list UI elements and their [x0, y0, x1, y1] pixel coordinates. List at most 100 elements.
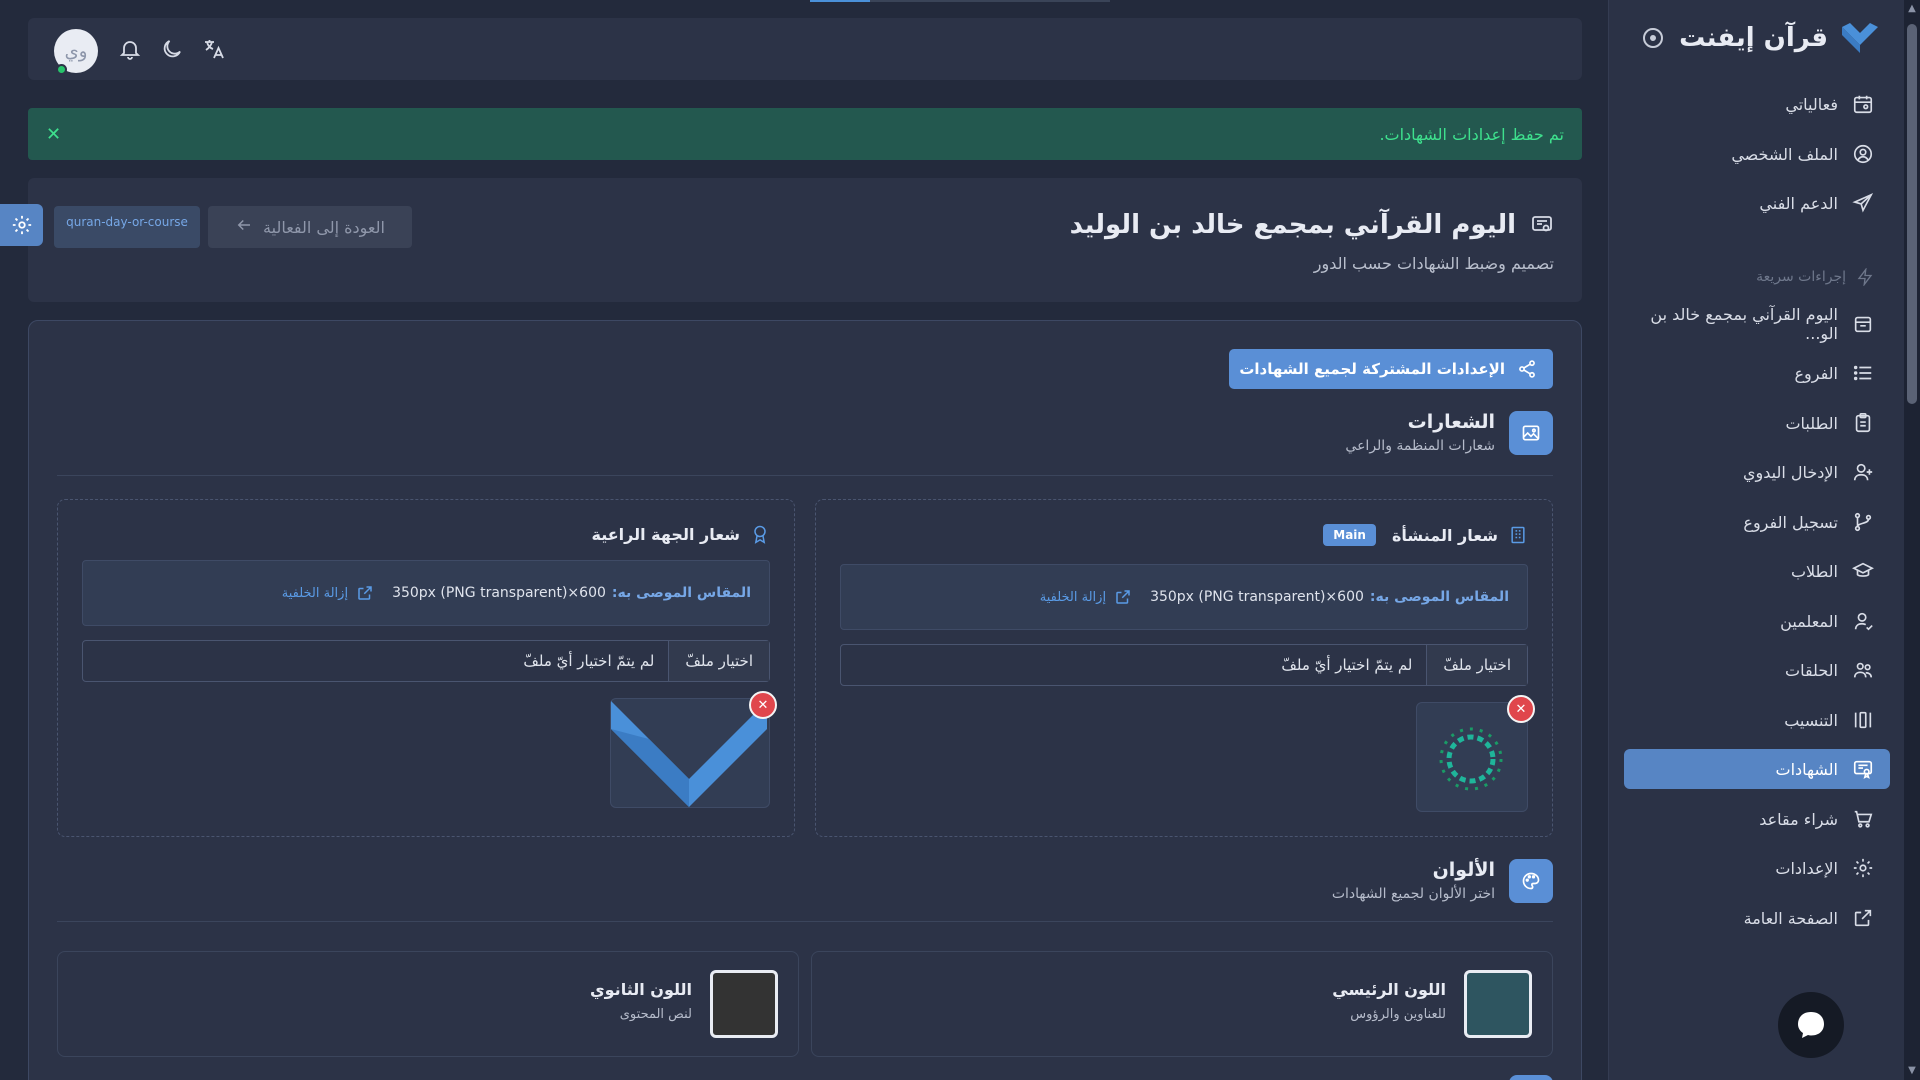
next-section-icon-box	[1509, 1075, 1553, 1080]
alert-message: تم حفظ إعدادات الشهادات.	[1379, 124, 1564, 144]
scroll-down-arrow[interactable]: ▼	[1907, 1066, 1917, 1076]
logos-section-subtitle: شعارات المنظمة والراعي	[1345, 438, 1495, 454]
primary-color-swatch[interactable]	[1464, 970, 1532, 1038]
gear-icon	[1853, 858, 1873, 878]
sponsor-logo-box: شعار الجهة الراعية المقاس الموصى به: 350…	[57, 499, 795, 837]
logos-section-title: الشعارات	[1407, 411, 1495, 433]
sidebar-item-certificates[interactable]: الشهادات	[1624, 749, 1890, 789]
clipboard-icon	[1855, 413, 1871, 433]
sponsor-logo-file-input[interactable]: اختيار ملفّ لم يتمّ اختيار أيّ ملفّ	[82, 640, 770, 682]
logos-section-header: الشعارات شعارات المنظمة والراعي	[1345, 411, 1553, 455]
colors-section-icon-box	[1509, 859, 1553, 903]
sidebar-item-label: الدعم الفني	[1759, 193, 1838, 213]
sidebar-item-support[interactable]: الدعم الفني	[1624, 183, 1890, 223]
sidebar-item-settings[interactable]: الإعدادات	[1624, 848, 1890, 888]
primary-color-card: اللون الرئيسي للعناوين والرؤوس	[811, 951, 1553, 1057]
sidebar-item-manual-entry[interactable]: الإدخال اليدوي	[1624, 452, 1890, 492]
sidebar-item-teachers[interactable]: المعلمين	[1624, 601, 1890, 641]
page-title: اليوم القرآني بمجمع خالد بن الوليد	[1069, 210, 1516, 240]
sponsor-logo-size-hint: المقاس الموصى به: 350px (PNG transparent…	[82, 560, 770, 626]
delete-logo-button[interactable]: ✕	[1507, 695, 1535, 723]
back-to-event-button[interactable]: العودة إلى الفعالية	[208, 206, 412, 248]
calendar-icon	[1853, 95, 1873, 114]
section-divider	[57, 921, 1553, 922]
brand[interactable]: قرآن إيفنت	[1629, 18, 1880, 58]
users-icon	[1853, 662, 1873, 678]
page-header: اليوم القرآني بمجمع خالد بن الوليد تصميم…	[28, 178, 1582, 302]
shared-settings-button[interactable]: الإعدادات المشتركة لجميع الشهادات	[1229, 349, 1553, 389]
avatar-initials: وي	[64, 40, 88, 62]
scrollbar-thumb[interactable]	[1907, 24, 1917, 404]
sidebar-toggle-icon[interactable]	[1643, 28, 1663, 48]
secondary-color-swatch[interactable]	[710, 970, 778, 1038]
bell-icon[interactable]	[118, 37, 142, 61]
org-logo-title: شعار المنشأة	[1391, 525, 1498, 545]
secondary-color-desc: لنص المحتوى	[619, 1007, 692, 1022]
logos-section-icon-box	[1509, 411, 1553, 455]
sidebar-item-assignment[interactable]: التنسيب	[1624, 700, 1890, 740]
page-title-row: اليوم القرآني بمجمع خالد بن الوليد	[1070, 210, 1554, 240]
choose-file-button[interactable]: اختيار ملفّ	[1426, 645, 1527, 685]
top-progress-strip	[810, 0, 1110, 2]
secondary-color-card: اللون الثانوي لنص المحتوى	[57, 951, 799, 1057]
sidebar-item-label: التنسيب	[1784, 710, 1838, 730]
page-scrollbar[interactable]: ▲ ▼	[1904, 0, 1920, 1080]
choose-file-button[interactable]: اختيار ملفّ	[668, 641, 769, 681]
success-alert: تم حفظ إعدادات الشهادات. ✕	[28, 108, 1582, 160]
sidebar-item-circles[interactable]: الحلقات	[1624, 650, 1890, 690]
primary-color-title: اللون الرئيسي	[1332, 980, 1446, 999]
share-icon	[1519, 360, 1535, 378]
colors-section-subtitle: اختر الألوان لجميع الشهادات	[1331, 886, 1495, 902]
moon-icon[interactable]	[160, 37, 184, 61]
online-status-dot	[56, 64, 67, 75]
scroll-up-arrow[interactable]: ▲	[1907, 4, 1917, 14]
git-branch-icon	[1854, 512, 1872, 532]
sidebar-item-my-events[interactable]: فعالياتي	[1624, 84, 1890, 124]
quick-actions-heading: إجراءات سريعة	[1756, 268, 1874, 286]
sidebar-item-label: الملف الشخصي	[1731, 144, 1838, 164]
primary-color-text: اللون الرئيسي للعناوين والرؤوس	[1332, 980, 1446, 1022]
chat-button[interactable]	[1778, 992, 1844, 1058]
brand-logo-icon	[1842, 23, 1878, 53]
delete-logo-button[interactable]: ✕	[749, 691, 777, 719]
remove-background-label: إزالة الخلفية	[1039, 589, 1107, 605]
section-divider	[57, 475, 1553, 476]
send-icon	[1852, 193, 1874, 213]
remove-background-link[interactable]: إزالة الخلفية	[282, 584, 374, 602]
org-logo-file-input[interactable]: اختيار ملفّ لم يتمّ اختيار أيّ ملفّ	[840, 644, 1528, 686]
close-icon[interactable]: ✕	[46, 124, 61, 145]
certificate-icon	[1532, 216, 1552, 232]
sidebar-item-label: فعالياتي	[1785, 94, 1838, 114]
sidebar-item-buy-seats[interactable]: شراء مقاعد	[1624, 799, 1890, 839]
floating-settings-button[interactable]	[0, 204, 43, 246]
sidebar-item-label: الطلاب	[1790, 561, 1838, 581]
sidebar-item-event[interactable]: اليوم القرآني بمجمع خالد بن الو...	[1624, 304, 1890, 344]
sidebar-item-label: الإدخال اليدوي	[1743, 462, 1838, 482]
shared-settings-label: الإعدادات المشتركة لجميع الشهادات	[1239, 360, 1505, 378]
graduation-cap-icon	[1852, 562, 1874, 577]
lightning-icon	[1857, 268, 1873, 286]
hint-label: المقاس الموصى به:	[1369, 589, 1509, 605]
top-progress-fill	[810, 0, 870, 2]
hint-label: المقاس الموصى به:	[611, 585, 751, 601]
arrow-left-icon	[235, 216, 253, 238]
certificate-icon	[1853, 760, 1873, 779]
sidebar-item-branches[interactable]: الفروع	[1624, 353, 1890, 393]
sidebar-item-label: الشهادات	[1775, 759, 1838, 779]
sidebar-item-label: الإعدادات	[1775, 858, 1838, 878]
secondary-color-title: اللون الثانوي	[589, 980, 692, 999]
org-logo-title-row: شعار المنشأة Main	[1323, 524, 1528, 546]
remove-background-link[interactable]: إزالة الخلفية	[1040, 588, 1132, 606]
user-circle-icon	[1853, 144, 1873, 164]
list-icon	[1853, 365, 1872, 381]
sidebar-item-requests[interactable]: الطلبات	[1624, 403, 1890, 443]
sidebar-item-public-page[interactable]: الصفحة العامة	[1624, 898, 1890, 938]
sidebar-item-students[interactable]: الطلاب	[1624, 551, 1890, 591]
sidebar-item-branch-registration[interactable]: تسجيل الفروع	[1624, 502, 1890, 542]
sidebar-item-profile[interactable]: الملف الشخصي	[1624, 134, 1890, 174]
translate-icon[interactable]	[202, 37, 226, 61]
certificate-settings-card: الإعدادات المشتركة لجميع الشهادات الشعار…	[28, 320, 1582, 1080]
back-button-label: العودة إلى الفعالية	[263, 217, 385, 237]
sidebar-item-label: اليوم القرآني بمجمع خالد بن الو...	[1650, 305, 1838, 343]
sidebar-item-label: الحلقات	[1785, 660, 1838, 680]
